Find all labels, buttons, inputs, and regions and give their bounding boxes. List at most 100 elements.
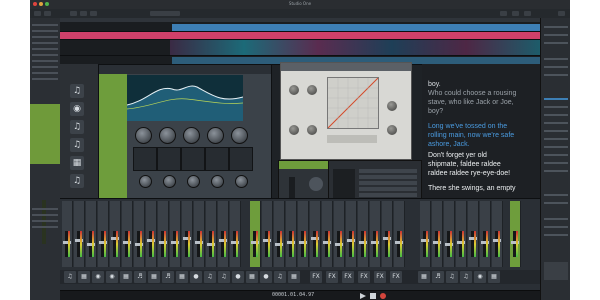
fx-channel[interactable]: FX bbox=[374, 271, 386, 283]
browser-item[interactable] bbox=[544, 58, 568, 60]
guitar-icon[interactable]: ♫ bbox=[446, 271, 458, 283]
toolbar-button[interactable] bbox=[558, 11, 565, 16]
synth-control-bar[interactable] bbox=[327, 135, 377, 143]
browser-item[interactable] bbox=[544, 170, 568, 172]
drum-icon[interactable]: ◉ bbox=[92, 271, 104, 283]
guitar-icon[interactable]: ♫ bbox=[274, 271, 286, 283]
toolbar-button[interactable] bbox=[512, 11, 519, 16]
browser-item[interactable] bbox=[544, 202, 568, 204]
trumpet-icon[interactable]: ♬ bbox=[432, 271, 444, 283]
piano-icon[interactable]: ▦ bbox=[78, 271, 90, 283]
toolbar-field[interactable] bbox=[150, 11, 180, 16]
fx-channel[interactable]: FX bbox=[310, 271, 322, 283]
guitar-icon[interactable]: ♫ bbox=[70, 84, 84, 98]
pan-knob[interactable] bbox=[309, 177, 323, 191]
drum-icon[interactable]: ◉ bbox=[106, 271, 118, 283]
synth-knob[interactable] bbox=[289, 125, 299, 135]
guitar-icon[interactable]: ♫ bbox=[204, 271, 216, 283]
toolbar-button[interactable] bbox=[70, 11, 77, 16]
trumpet-icon[interactable]: ♬ bbox=[162, 271, 174, 283]
gain-knob[interactable] bbox=[211, 175, 224, 188]
drum-icon[interactable]: ◉ bbox=[474, 271, 486, 283]
audio-event[interactable] bbox=[172, 23, 540, 31]
browser-item[interactable] bbox=[544, 66, 568, 68]
guitar-icon[interactable]: ♫ bbox=[70, 120, 84, 134]
routing-slot[interactable] bbox=[359, 187, 417, 191]
browser-item[interactable] bbox=[544, 130, 568, 132]
synth-knob[interactable] bbox=[387, 125, 397, 135]
microphone-icon[interactable]: ● bbox=[190, 271, 202, 283]
eq-curve-display[interactable] bbox=[126, 75, 244, 121]
browser-item[interactable] bbox=[544, 226, 568, 228]
microphone-icon[interactable]: ● bbox=[232, 271, 244, 283]
browser-item[interactable] bbox=[544, 122, 568, 124]
fx-channel[interactable]: FX bbox=[358, 271, 370, 283]
toolbar-button[interactable] bbox=[34, 11, 41, 16]
guitar-icon[interactable]: ♫ bbox=[70, 138, 84, 152]
keys-icon[interactable]: ▦ bbox=[288, 271, 300, 283]
trumpet-icon[interactable]: ♬ bbox=[134, 271, 146, 283]
browser-item[interactable] bbox=[544, 154, 568, 156]
stop-icon[interactable] bbox=[370, 293, 376, 299]
piano-icon[interactable]: ▦ bbox=[176, 271, 188, 283]
routing-slot[interactable] bbox=[359, 181, 417, 185]
fx-channel[interactable]: FX bbox=[326, 271, 338, 283]
record-icon[interactable] bbox=[380, 293, 386, 299]
eq-band-knob[interactable] bbox=[159, 127, 176, 144]
eq-plugin-window[interactable] bbox=[98, 64, 272, 202]
plugin-header[interactable] bbox=[99, 65, 271, 74]
channel-fader[interactable] bbox=[42, 200, 46, 244]
guitar-icon[interactable]: ♫ bbox=[70, 174, 84, 188]
toolbar-button[interactable] bbox=[80, 11, 87, 16]
browser-item[interactable] bbox=[544, 34, 568, 36]
browser-item-selected[interactable] bbox=[544, 98, 568, 100]
plugin-header[interactable] bbox=[279, 161, 329, 169]
gain-knob[interactable] bbox=[235, 175, 248, 188]
fx-channel[interactable]: FX bbox=[390, 271, 402, 283]
browser-item[interactable] bbox=[544, 26, 568, 28]
audio-event[interactable] bbox=[60, 31, 540, 39]
browser-item[interactable] bbox=[544, 194, 568, 196]
arrange-view[interactable] bbox=[60, 18, 540, 65]
toolbar-button[interactable] bbox=[524, 11, 531, 16]
fx-channel[interactable]: FX bbox=[342, 271, 354, 283]
synth-knob[interactable] bbox=[307, 125, 317, 135]
piano-icon[interactable]: ▦ bbox=[120, 271, 132, 283]
browser-item[interactable] bbox=[544, 106, 568, 108]
routing-slot[interactable] bbox=[359, 175, 417, 179]
keys-icon[interactable]: ▦ bbox=[70, 156, 84, 170]
drum-icon[interactable]: ◉ bbox=[70, 102, 84, 116]
toolbar-button[interactable] bbox=[500, 11, 507, 16]
guitar-icon[interactable]: ♫ bbox=[64, 271, 76, 283]
routing-slot[interactable] bbox=[359, 193, 417, 197]
eq-band-knob[interactable] bbox=[207, 127, 224, 144]
toolbar-button[interactable] bbox=[90, 11, 97, 16]
microphone-icon[interactable]: ● bbox=[260, 271, 272, 283]
browser-item[interactable] bbox=[544, 234, 568, 236]
eq-band-knob[interactable] bbox=[231, 127, 248, 144]
synth-knob[interactable] bbox=[289, 85, 299, 95]
guitar-icon[interactable]: ♫ bbox=[218, 271, 230, 283]
keys-icon[interactable]: ▦ bbox=[148, 271, 160, 283]
synth-knob[interactable] bbox=[387, 101, 397, 111]
timeline-ruler[interactable] bbox=[60, 18, 540, 22]
zoom-icon[interactable] bbox=[45, 2, 49, 6]
guitar-icon[interactable]: ♫ bbox=[460, 271, 472, 283]
keys-icon[interactable]: ▦ bbox=[246, 271, 258, 283]
plugin-header[interactable] bbox=[281, 63, 411, 71]
minimize-icon[interactable] bbox=[39, 2, 43, 6]
play-icon[interactable] bbox=[360, 293, 366, 299]
gain-knob[interactable] bbox=[139, 175, 152, 188]
vocoder-matrix[interactable] bbox=[327, 77, 379, 129]
toolbar-button[interactable] bbox=[44, 11, 51, 16]
browser-item[interactable] bbox=[544, 42, 568, 44]
keys-icon[interactable]: ▦ bbox=[488, 271, 500, 283]
keys-icon[interactable]: ▦ bbox=[418, 271, 430, 283]
routing-slot[interactable] bbox=[359, 169, 417, 173]
eq-band-knob[interactable] bbox=[135, 127, 152, 144]
video-track-event[interactable] bbox=[170, 39, 540, 55]
vocoder-plugin-window[interactable] bbox=[280, 62, 412, 160]
browser-item[interactable] bbox=[544, 74, 568, 76]
browser-item[interactable] bbox=[544, 218, 568, 220]
browser-item[interactable] bbox=[544, 162, 568, 164]
